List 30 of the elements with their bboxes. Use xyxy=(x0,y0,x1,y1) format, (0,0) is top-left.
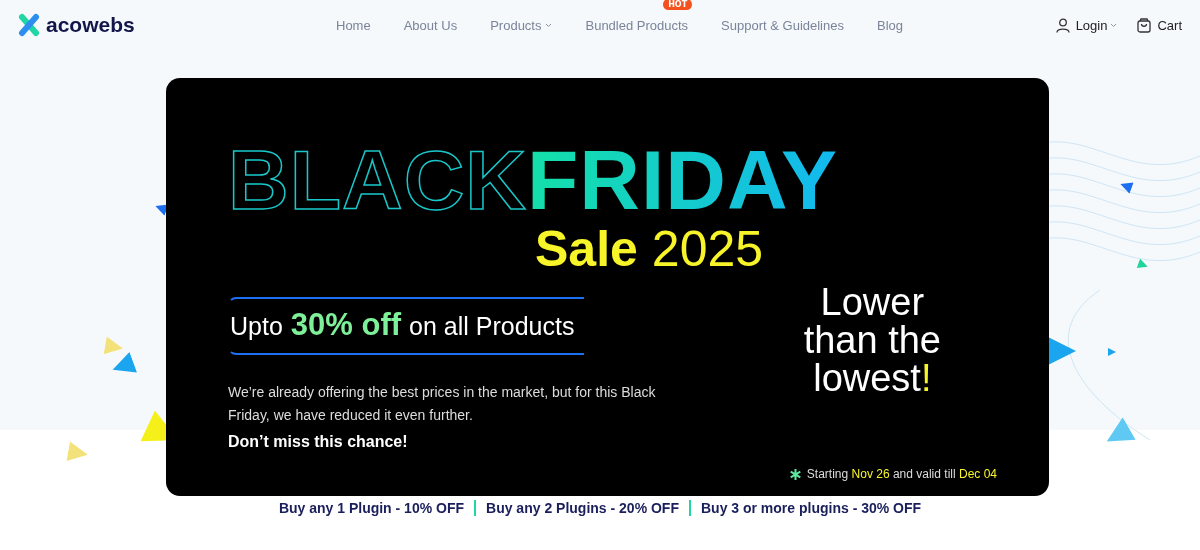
offer-text: on all Products xyxy=(409,312,575,341)
discount-text: 30% off xyxy=(290,307,402,343)
cart-link[interactable]: Cart xyxy=(1157,17,1182,33)
nav-link[interactable]: Bundled Products xyxy=(585,17,689,33)
shopping-bag-icon xyxy=(1137,17,1152,33)
offer-tier-text: Buy any 2 Plugins - 20% OFF xyxy=(486,500,679,516)
nav-link[interactable]: Blog xyxy=(876,17,903,33)
offer-text: Upto xyxy=(230,312,283,341)
logo-icon xyxy=(18,13,40,37)
logo-text[interactable]: acowebs xyxy=(46,13,135,37)
hot-badge: HOT xyxy=(663,0,693,10)
validity-text: Starting Nov 26 and valid till Dec 04 xyxy=(806,467,997,481)
chevron-down-icon xyxy=(1110,22,1118,28)
sale-year: 2025 xyxy=(651,222,764,277)
nav-link[interactable]: Home xyxy=(336,17,371,33)
nav-link[interactable]: Products xyxy=(490,17,553,33)
chevron-down-icon xyxy=(545,22,553,28)
description-text: We’re already offering the best prices in the market, but for this Black Friday, we have reduced it even further. xyxy=(228,383,657,425)
nav-link[interactable]: Support & Guidelines xyxy=(721,17,844,33)
headline-outline-text: BLACK xyxy=(228,138,527,222)
asterisk-icon xyxy=(789,468,801,480)
offer-tier-text: Buy any 1 Plugin - 10% OFF xyxy=(278,500,465,516)
offer-tier-text: Buy 3 or more plugins - 30% OFF xyxy=(700,500,922,516)
user-icon xyxy=(1055,17,1070,33)
nav-link[interactable]: About Us xyxy=(403,17,458,33)
slogan-text: Lower than the lowest! xyxy=(802,283,942,397)
sale-word: Sale xyxy=(535,222,638,277)
triangle-shape xyxy=(1108,348,1116,356)
call-to-action-text: Don’t miss this chance! xyxy=(228,433,409,451)
login-link[interactable]: Login xyxy=(1075,17,1118,33)
